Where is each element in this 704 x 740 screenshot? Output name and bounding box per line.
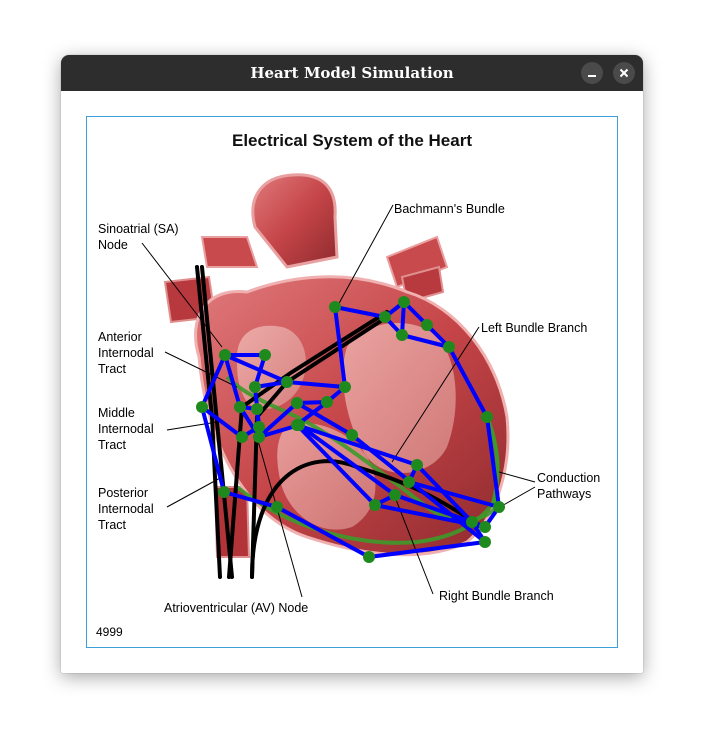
label-conduction-line1: Conduction	[537, 471, 600, 485]
graph-node	[363, 551, 375, 563]
label-middle-line1: Middle	[98, 406, 135, 420]
graph-node	[481, 411, 493, 423]
label-left-bundle: Left Bundle Branch	[481, 321, 587, 335]
graph-node	[219, 349, 231, 361]
graph-node	[403, 476, 415, 488]
close-button[interactable]	[613, 62, 635, 84]
graph-node	[249, 381, 261, 393]
window-title: Heart Model Simulation	[250, 64, 454, 82]
graph-node	[321, 396, 333, 408]
label-anterior-line2: Internodal	[98, 346, 154, 360]
minimize-icon	[588, 75, 596, 77]
label-conduction-line2: Pathways	[537, 487, 591, 501]
graph-node	[396, 329, 408, 341]
app-window: Heart Model Simulation Electrical System…	[61, 55, 643, 673]
graph-node	[421, 319, 433, 331]
graph-node	[369, 499, 381, 511]
graph-node	[389, 489, 401, 501]
graph-node	[271, 501, 283, 513]
graph-node	[411, 459, 423, 471]
label-av-node: Atrioventricular (AV) Node	[164, 601, 308, 615]
label-right-bundle: Right Bundle Branch	[439, 589, 554, 603]
graph-node	[493, 501, 505, 513]
label-middle-line3: Tract	[98, 438, 127, 452]
graph-node	[196, 401, 208, 413]
graph-node	[234, 401, 246, 413]
label-posterior-line3: Tract	[98, 518, 127, 532]
graph-node	[339, 381, 351, 393]
graph-node	[253, 431, 265, 443]
label-sa-node-line2: Node	[98, 238, 128, 252]
graph-node	[346, 429, 358, 441]
label-posterior-line1: Posterior	[98, 486, 148, 500]
heart-diagram: Electrical System of the Heart Sinoatria…	[96, 131, 600, 639]
label-middle-line2: Internodal	[98, 422, 154, 436]
graph-node	[329, 301, 341, 313]
label-anterior-line3: Tract	[98, 362, 127, 376]
step-counter: 4999	[96, 625, 123, 639]
graph-node	[479, 521, 491, 533]
graph-node	[398, 296, 410, 308]
graph-node	[259, 349, 271, 361]
graph-node	[251, 403, 263, 415]
graph-node	[443, 341, 455, 353]
graph-node	[218, 486, 230, 498]
title-bar[interactable]: Heart Model Simulation	[61, 55, 643, 91]
simulation-canvas[interactable]: Electrical System of the Heart Sinoatria…	[86, 116, 618, 648]
close-icon	[619, 68, 629, 78]
graph-node	[236, 431, 248, 443]
label-posterior-line2: Internodal	[98, 502, 154, 516]
graph-node	[466, 516, 478, 528]
label-sa-node-line1: Sinoatrial (SA)	[98, 222, 179, 236]
graph-node	[281, 376, 293, 388]
graph-node	[293, 419, 305, 431]
graph-node	[479, 536, 491, 548]
label-anterior-line1: Anterior	[98, 330, 142, 344]
graph-node	[379, 311, 391, 323]
figure-title: Electrical System of the Heart	[232, 131, 472, 150]
minimize-button[interactable]	[581, 62, 603, 84]
graph-node	[291, 397, 303, 409]
label-bachmann: Bachmann's Bundle	[394, 202, 505, 216]
